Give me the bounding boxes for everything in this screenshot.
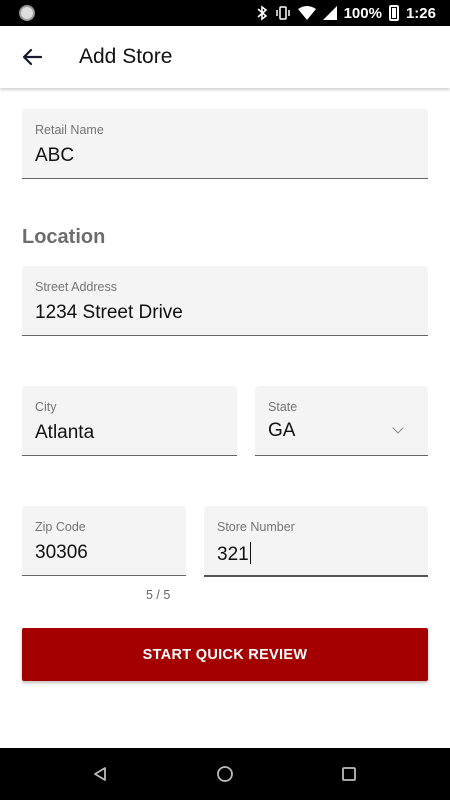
system-nav-bar bbox=[0, 748, 450, 800]
store-number-label: Store Number bbox=[217, 520, 295, 534]
home-circle-icon bbox=[217, 766, 233, 782]
nav-back-button[interactable] bbox=[90, 764, 110, 784]
retail-name-field[interactable]: Retail Name ABC bbox=[22, 109, 428, 179]
back-button[interactable] bbox=[14, 39, 50, 75]
recents-square-icon bbox=[342, 767, 356, 781]
city-field[interactable]: City Atlanta bbox=[22, 386, 237, 456]
zip-code-value: 30306 bbox=[35, 542, 88, 563]
retail-name-label: Retail Name bbox=[35, 123, 104, 137]
street-address-value: 1234 Street Drive bbox=[35, 302, 183, 323]
zip-code-label: Zip Code bbox=[35, 520, 86, 534]
page-title: Add Store bbox=[79, 45, 173, 68]
zip-code-field[interactable]: Zip Code 30306 bbox=[22, 506, 186, 576]
clock: 1:26 bbox=[405, 4, 436, 22]
store-number-field[interactable]: Store Number 321 bbox=[204, 506, 428, 577]
notification-icon bbox=[19, 5, 35, 21]
chevron-down-icon[interactable] bbox=[392, 422, 404, 434]
status-icons: 100% 1:26 bbox=[256, 0, 436, 26]
status-bar: 100% 1:26 bbox=[0, 0, 450, 26]
nav-recents-button[interactable] bbox=[339, 764, 359, 784]
signal-icon bbox=[322, 6, 337, 20]
wifi-icon bbox=[297, 6, 316, 20]
vibrate-icon bbox=[275, 6, 290, 20]
nav-home-button[interactable] bbox=[215, 764, 235, 784]
back-triangle-icon bbox=[94, 767, 106, 781]
city-value: Atlanta bbox=[35, 422, 95, 443]
state-select[interactable]: State GA bbox=[255, 386, 428, 456]
state-value: GA bbox=[268, 420, 296, 441]
bluetooth-icon bbox=[257, 5, 267, 21]
location-heading: Location bbox=[22, 226, 106, 248]
battery-percent: 100% bbox=[343, 4, 382, 22]
app-bar: Add Store bbox=[0, 26, 450, 88]
street-address-label: Street Address bbox=[35, 280, 117, 294]
state-label: State bbox=[268, 400, 298, 414]
zip-code-counter: 5 / 5 bbox=[146, 588, 171, 602]
text-cursor bbox=[249, 542, 252, 564]
battery-icon bbox=[388, 5, 399, 21]
store-number-input[interactable]: 321 bbox=[217, 542, 252, 566]
retail-name-value: ABC bbox=[35, 145, 75, 166]
city-label: City bbox=[35, 400, 57, 414]
street-address-field[interactable]: Street Address 1234 Street Drive bbox=[22, 266, 428, 336]
store-number-value: 321 bbox=[217, 544, 249, 565]
arrow-left-icon bbox=[22, 48, 42, 66]
start-quick-review-button[interactable]: START QUICK REVIEW bbox=[22, 628, 428, 681]
